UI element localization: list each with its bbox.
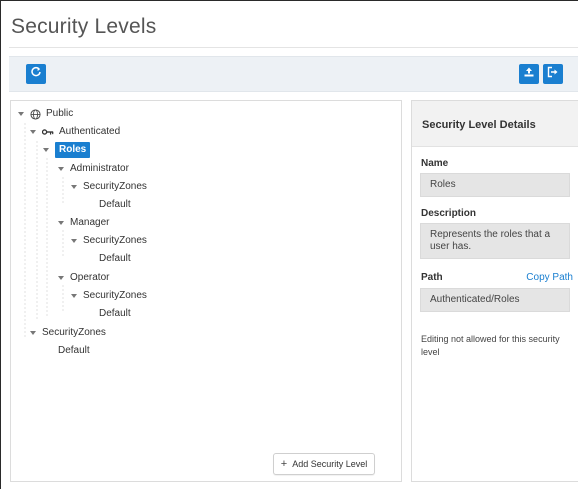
upload-button[interactable]: [519, 64, 539, 84]
chevron-down-icon[interactable]: [71, 239, 77, 243]
tree-guide-lines: [24, 123, 64, 339]
path-field: Authenticated/Roles: [420, 288, 570, 312]
security-levels-window: Security Levels Public Authenticated Rol…: [0, 0, 578, 489]
name-label: Name: [421, 158, 449, 169]
details-header: Security Level Details: [412, 101, 578, 147]
chevron-down-icon[interactable]: [30, 331, 36, 335]
key-icon: [42, 128, 54, 136]
tree-node-operator-default[interactable]: Default: [99, 307, 131, 321]
exit-icon: [547, 65, 559, 83]
tree-node-securityzones-default[interactable]: Default: [58, 344, 90, 358]
plus-icon: +: [280, 458, 288, 470]
description-label: Description: [421, 208, 477, 219]
exit-button[interactable]: [543, 64, 563, 84]
chevron-down-icon[interactable]: [71, 294, 77, 298]
refresh-icon: [30, 65, 42, 83]
chevron-down-icon[interactable]: [30, 130, 36, 134]
tree-node-admin-default[interactable]: Default: [99, 198, 131, 212]
tree-node-securityzones[interactable]: SecurityZones: [30, 326, 106, 340]
refresh-button[interactable]: [26, 64, 46, 84]
page-title: Security Levels: [11, 15, 157, 38]
description-field: Represents the roles that a user has.: [420, 223, 570, 259]
tree-node-authenticated[interactable]: Authenticated: [30, 125, 120, 139]
tree-node-public[interactable]: Public: [18, 107, 73, 121]
chevron-down-icon[interactable]: [71, 185, 77, 189]
add-security-level-button[interactable]: + Add Security Level: [273, 453, 375, 475]
editing-note: Editing not allowed for this security le…: [421, 334, 560, 357]
tree-node-administrator[interactable]: Administrator: [58, 162, 129, 176]
details-title: Security Level Details: [422, 119, 536, 131]
globe-icon: [30, 108, 41, 120]
tree-node-manager[interactable]: Manager: [58, 216, 109, 230]
chevron-down-icon[interactable]: [58, 167, 64, 171]
tree-node-roles[interactable]: Roles: [43, 142, 91, 158]
name-field: Roles: [420, 173, 570, 197]
title-divider: [9, 47, 578, 48]
chevron-down-icon[interactable]: [58, 221, 64, 225]
security-level-details-panel: Security Level Details Name Roles Descri…: [411, 100, 578, 482]
tree-node-admin-securityzones[interactable]: SecurityZones: [71, 180, 147, 194]
chevron-down-icon[interactable]: [43, 148, 49, 152]
tree-node-operator-securityzones[interactable]: SecurityZones: [71, 289, 147, 303]
add-security-level-label: Add Security Level: [292, 459, 368, 469]
copy-path-link[interactable]: Copy Path: [526, 272, 573, 283]
tree-node-operator[interactable]: Operator: [58, 271, 109, 285]
chevron-down-icon[interactable]: [18, 112, 24, 116]
path-label: Path: [421, 272, 443, 283]
upload-icon: [523, 65, 535, 83]
toolbar: [9, 56, 578, 92]
tree-node-manager-securityzones[interactable]: SecurityZones: [71, 234, 147, 248]
tree-node-manager-default[interactable]: Default: [99, 252, 131, 266]
security-level-tree-panel: Public Authenticated Roles Administrator…: [10, 100, 402, 482]
chevron-down-icon[interactable]: [58, 276, 64, 280]
